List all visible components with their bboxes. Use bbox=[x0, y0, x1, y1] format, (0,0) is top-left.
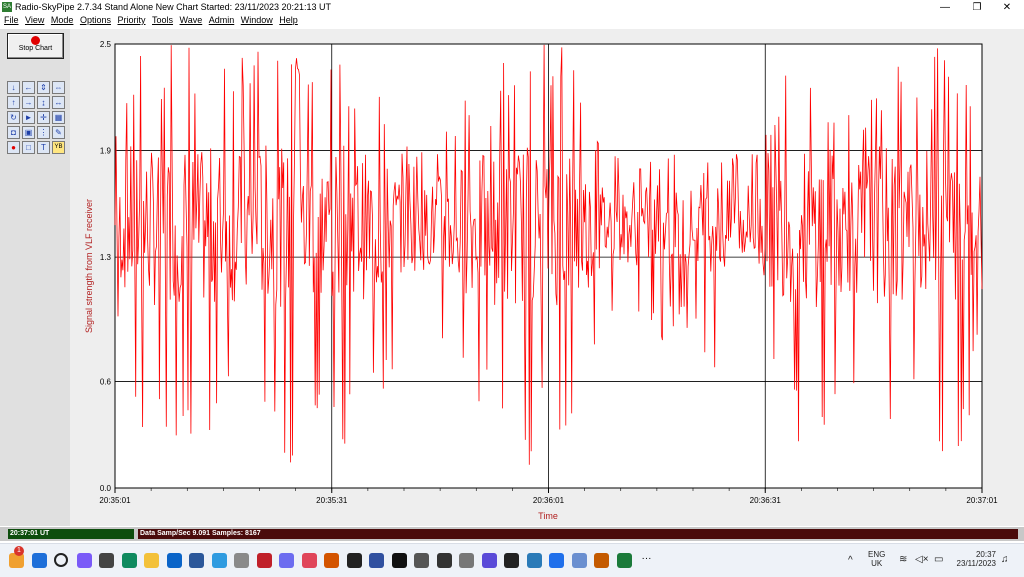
grid-icon[interactable]: ▦ bbox=[52, 111, 65, 124]
y-tick-label: 1.3 bbox=[100, 253, 112, 262]
more-icon[interactable]: ··· bbox=[639, 553, 654, 568]
split-icon[interactable]: ⋮ bbox=[37, 126, 50, 139]
crystal-icon[interactable] bbox=[481, 553, 497, 568]
x-tick-label: 20:35:01 bbox=[99, 496, 131, 505]
x-tick-label: 20:35:31 bbox=[316, 496, 348, 505]
menu-priority[interactable]: Priority bbox=[117, 15, 145, 25]
menu-admin[interactable]: Admin bbox=[209, 15, 235, 25]
language-region: UK bbox=[871, 559, 883, 568]
text-icon[interactable]: T bbox=[37, 141, 50, 154]
headphones-icon[interactable] bbox=[594, 553, 609, 568]
fc-icon[interactable] bbox=[324, 553, 339, 568]
edge-icon[interactable] bbox=[121, 553, 137, 568]
audacity-icon[interactable] bbox=[391, 553, 407, 568]
audio-app-icon[interactable] bbox=[571, 553, 587, 568]
clock-date: 23/11/2023 bbox=[956, 559, 996, 568]
menu-window[interactable]: Window bbox=[241, 15, 273, 25]
y-tick-label: 0.6 bbox=[100, 377, 112, 386]
spectrum-icon[interactable] bbox=[414, 553, 429, 568]
clock[interactable]: 20:37 23/11/2023 bbox=[950, 550, 996, 568]
x-axis-label: Time bbox=[538, 511, 558, 521]
capture-icon[interactable] bbox=[301, 553, 317, 568]
y-axis-label: Signal strength from VLF receiver bbox=[84, 199, 94, 333]
outlook-icon[interactable] bbox=[166, 553, 182, 568]
x-tick-label: 20:36:01 bbox=[533, 496, 565, 505]
pen-icon[interactable]: ✎ bbox=[52, 126, 65, 139]
clock-time: 20:37 bbox=[975, 550, 996, 559]
compress-horizontal-icon[interactable]: ↔ bbox=[52, 96, 65, 109]
menu-options[interactable]: Options bbox=[80, 15, 111, 25]
x-tick-label: 20:36:31 bbox=[750, 496, 782, 505]
menu-bar: File View Mode Options Priority Tools Wa… bbox=[0, 15, 1024, 29]
close-icon[interactable]: ✕ bbox=[990, 0, 1024, 15]
task-view-icon[interactable] bbox=[99, 553, 114, 568]
stop-chart-label: Stop Chart bbox=[18, 45, 53, 52]
y-tick-label: 1.9 bbox=[100, 147, 112, 156]
arrow-up-icon[interactable]: ↑ bbox=[7, 96, 20, 109]
blank-icon[interactable]: □ bbox=[22, 141, 35, 154]
stop-chart-button[interactable]: Stop Chart bbox=[7, 33, 64, 59]
notification-badge: 1 bbox=[14, 546, 24, 556]
record-icon[interactable]: ● bbox=[7, 141, 20, 154]
chart-panel: 2.5 1.9 1.3 0.6 0.0 20:35:01 20:35:31 20:36:01… bbox=[70, 29, 1024, 526]
file-explorer-icon[interactable] bbox=[144, 553, 159, 568]
status-bar: 20:37:01 UT Data Samp/Sec 9.091 Samples:… bbox=[0, 527, 1024, 541]
word-icon[interactable] bbox=[189, 553, 204, 568]
app-logo-icon: SA bbox=[2, 2, 12, 12]
yb-icon[interactable]: YB bbox=[52, 141, 65, 154]
expand-vertical-icon[interactable]: ⇕ bbox=[37, 81, 50, 94]
volume-muted-icon[interactable]: ◁× bbox=[915, 554, 929, 565]
wifi-icon[interactable]: ≋ bbox=[899, 554, 907, 565]
y-tick-label: 0.0 bbox=[100, 484, 112, 493]
menu-wave[interactable]: Wave bbox=[180, 15, 203, 25]
flag-icon[interactable]: ► bbox=[22, 111, 35, 124]
window-icon[interactable] bbox=[504, 553, 519, 568]
menu-view[interactable]: View bbox=[25, 15, 44, 25]
notes-icon[interactable] bbox=[234, 553, 249, 568]
copilot-icon[interactable] bbox=[76, 553, 92, 568]
remote-desktop-icon[interactable] bbox=[211, 553, 227, 568]
signal-chart[interactable]: 2.5 1.9 1.3 0.6 0.0 20:35:01 20:35:31 20:36:01… bbox=[70, 29, 1024, 526]
x-tick-label: 20:37:01 bbox=[966, 496, 998, 505]
menu-help[interactable]: Help bbox=[279, 15, 298, 25]
skypipe-icon[interactable] bbox=[616, 553, 632, 568]
fx-icon[interactable] bbox=[436, 553, 452, 568]
status-data: Data Samp/Sec 9.091 Samples: 8167 bbox=[138, 529, 1018, 539]
fast-forward-icon[interactable]: ⇔ bbox=[52, 81, 65, 94]
journal-icon[interactable] bbox=[256, 553, 272, 568]
status-time: 20:37:01 UT bbox=[8, 529, 134, 539]
y-tick-label: 2.5 bbox=[100, 40, 112, 49]
menu-file[interactable]: File bbox=[4, 15, 19, 25]
chevron-up-icon[interactable]: ^ bbox=[848, 555, 853, 566]
ase-icon[interactable] bbox=[346, 553, 362, 568]
compress-vertical-icon[interactable]: ↨ bbox=[37, 96, 50, 109]
arrow-right-icon[interactable]: → bbox=[22, 96, 35, 109]
radio-app-icon[interactable] bbox=[369, 553, 384, 568]
record-dot-icon bbox=[31, 36, 40, 45]
crosshair-icon[interactable]: ✛ bbox=[37, 111, 50, 124]
menu-mode[interactable]: Mode bbox=[51, 15, 74, 25]
arrow-left-icon[interactable]: ← bbox=[22, 81, 35, 94]
battery-icon[interactable]: ▭ bbox=[934, 554, 943, 565]
settings-gear-icon[interactable] bbox=[279, 553, 294, 568]
window-title: Radio-SkyPipe 2.7.34 Stand Alone New Cha… bbox=[15, 2, 332, 12]
screenshot-icon[interactable]: ◘ bbox=[7, 126, 20, 139]
minimize-icon[interactable]: — bbox=[928, 0, 962, 15]
arrow-down-icon[interactable]: ↓ bbox=[7, 81, 20, 94]
start-icon[interactable] bbox=[31, 553, 47, 568]
bug-icon[interactable] bbox=[549, 553, 564, 568]
select-icon[interactable]: ▣ bbox=[22, 126, 35, 139]
menu-tools[interactable]: Tools bbox=[152, 15, 173, 25]
bell-icon[interactable]: ♫ bbox=[1001, 554, 1009, 565]
tool-panel: Stop Chart ↓ ← ⇕ ⇔ ↑ → ↨ ↔ ↻ ► ✛ ▦ ◘ ▣ ⋮ ✎ ● □ T YB bbox=[0, 29, 70, 526]
notepad-icon[interactable] bbox=[526, 553, 542, 568]
refresh-icon[interactable]: ↻ bbox=[7, 111, 20, 124]
title-bar: SA Radio-SkyPipe 2.7.34 Stand Alone New … bbox=[0, 0, 1024, 15]
mirror-icon[interactable] bbox=[459, 553, 474, 568]
taskbar: ··· 1 ^ ENG UK ≋ ◁× ▭ 20:37 23/11/2023 ♫ bbox=[0, 543, 1024, 577]
restore-icon[interactable]: ❐ bbox=[960, 0, 994, 15]
language-indicator[interactable]: ENG UK bbox=[868, 550, 885, 568]
language-code: ENG bbox=[868, 550, 886, 559]
search-icon[interactable] bbox=[54, 553, 68, 567]
